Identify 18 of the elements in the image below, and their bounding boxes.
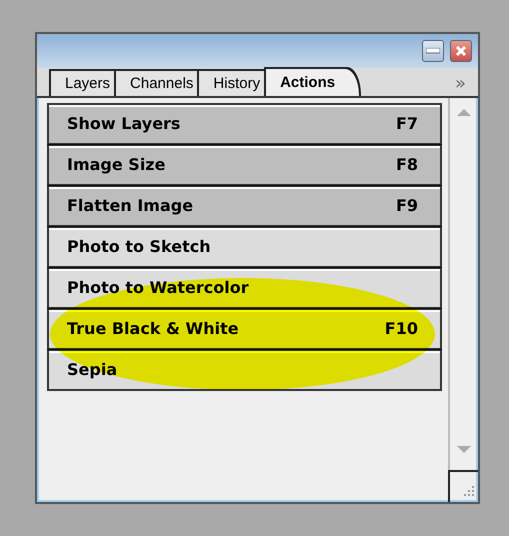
scroll-down-icon[interactable] <box>457 446 471 454</box>
resize-grip-icon[interactable] <box>461 485 475 499</box>
tab[interactable]: Layers <box>49 69 114 96</box>
tab[interactable]: Actions <box>264 67 360 96</box>
minimize-button[interactable] <box>422 40 444 62</box>
action-button[interactable]: Show Layers F7 <box>47 103 442 145</box>
tab[interactable]: History <box>197 69 264 96</box>
scrollbar[interactable] <box>448 98 478 502</box>
action-button[interactable]: Flatten Image F9 <box>47 185 442 227</box>
close-button[interactable] <box>450 40 472 62</box>
tab[interactable]: Channels <box>114 69 198 96</box>
action-button[interactable]: Photo to Sketch <box>47 226 442 268</box>
action-button[interactable]: True Black & White F10 <box>47 308 442 350</box>
minimize-icon <box>426 48 440 54</box>
palette-menu-button[interactable]: » <box>450 72 470 96</box>
action-button[interactable]: Image Size F8 <box>47 144 442 186</box>
scroll-up-icon[interactable] <box>457 108 471 116</box>
close-icon <box>455 45 467 57</box>
